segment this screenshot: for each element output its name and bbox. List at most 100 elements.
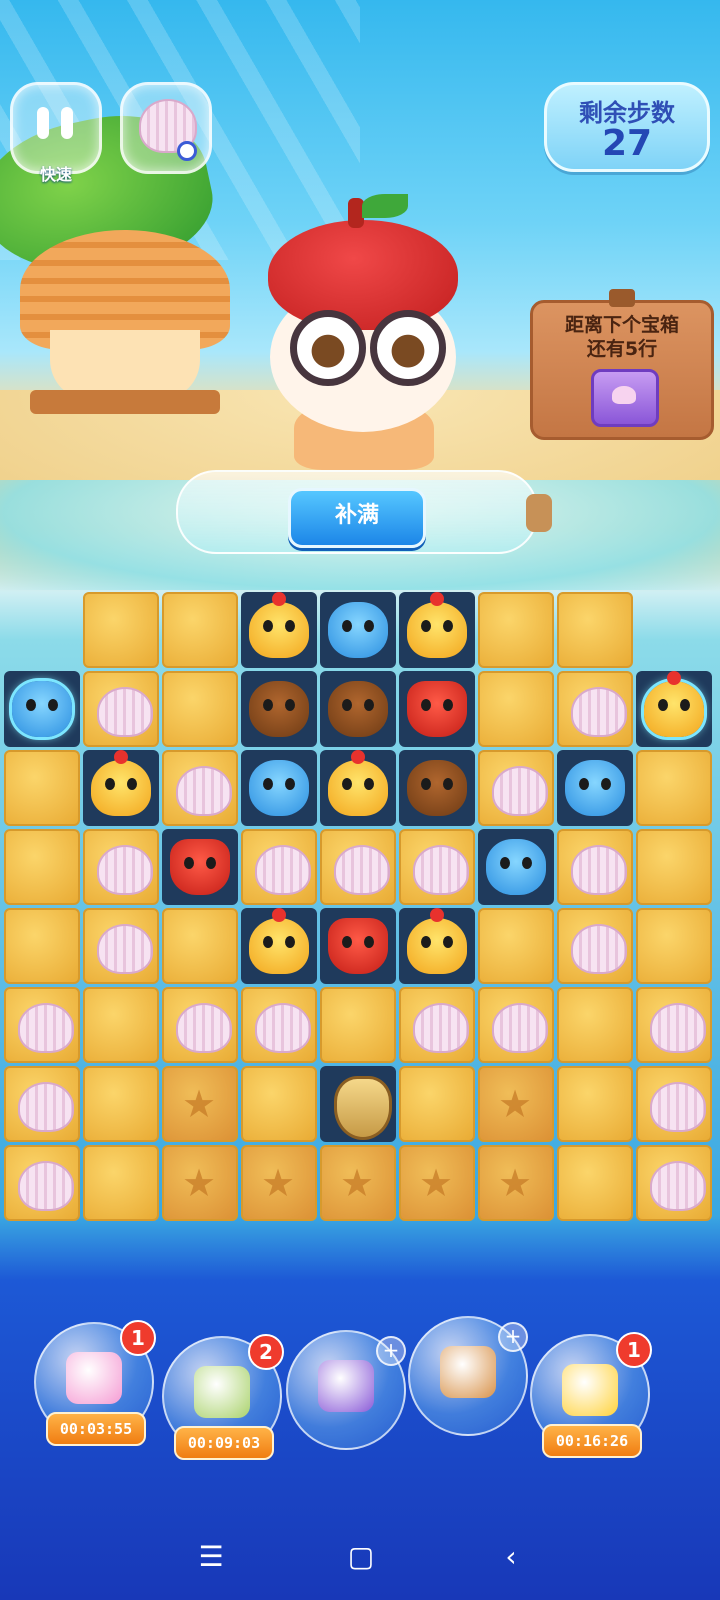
shell-sand-tile[interactable] <box>4 1066 80 1142</box>
chick-icon <box>407 592 467 658</box>
pause-button[interactable]: 快速 <box>10 82 102 184</box>
shell-sand-tile[interactable] <box>320 829 396 905</box>
shell-sand-tile[interactable] <box>399 987 475 1063</box>
fox-tile[interactable] <box>320 908 396 984</box>
shell-sand-tile[interactable] <box>83 829 159 905</box>
hippo-tile[interactable] <box>478 829 554 905</box>
sand-tile[interactable] <box>557 1145 633 1221</box>
sand-tile[interactable] <box>636 908 712 984</box>
chick-tile[interactable] <box>636 671 712 747</box>
sand-tile[interactable] <box>478 592 554 668</box>
starfish-icon: ★ <box>498 1161 533 1205</box>
chick-tile[interactable] <box>399 908 475 984</box>
shell-sand-tile[interactable] <box>83 908 159 984</box>
booster-magic-wand[interactable]: 1 00:16:26 <box>530 1332 652 1458</box>
hippo-tile[interactable] <box>4 671 80 747</box>
hippo-icon <box>249 760 309 816</box>
chick-tile[interactable] <box>320 750 396 826</box>
shell-sand-tile[interactable] <box>4 987 80 1063</box>
starfish-sand-tile[interactable]: ★ <box>399 1145 475 1221</box>
hippo-tile[interactable] <box>320 592 396 668</box>
shell-sand-tile[interactable] <box>241 987 317 1063</box>
shell-sand-tile[interactable] <box>241 829 317 905</box>
booster-swap-animals[interactable]: + <box>286 1330 406 1450</box>
chick-icon <box>249 592 309 658</box>
refill-button[interactable]: 补满 <box>288 488 426 548</box>
shell-sand-tile[interactable] <box>399 829 475 905</box>
cat-mascot <box>258 190 468 480</box>
starfish-sand-tile[interactable]: ★ <box>241 1145 317 1221</box>
starfish-sand-tile[interactable]: ★ <box>162 1066 238 1142</box>
shuffle-board-icon <box>194 1366 250 1418</box>
booster-shuffle-board[interactable]: 2 00:09:03 <box>162 1334 284 1460</box>
sand-tile[interactable] <box>4 829 80 905</box>
bear-tile[interactable] <box>399 750 475 826</box>
shell-sand-tile[interactable] <box>4 1145 80 1221</box>
sand-tile[interactable] <box>162 908 238 984</box>
sand-tile[interactable] <box>557 987 633 1063</box>
shell-icon <box>97 845 153 895</box>
shell-sand-tile[interactable] <box>636 1066 712 1142</box>
shell-sand-tile[interactable] <box>162 987 238 1063</box>
sand-tile[interactable] <box>4 750 80 826</box>
moves-counter: 剩余步数 27 <box>544 82 710 172</box>
leaf-shield-icon <box>334 1076 392 1140</box>
starfish-sand-tile[interactable]: ★ <box>478 1145 554 1221</box>
chick-tile[interactable] <box>83 750 159 826</box>
sand-tile[interactable] <box>478 671 554 747</box>
booster-hammer[interactable]: + <box>408 1316 528 1436</box>
moves-value: 27 <box>601 123 653 164</box>
hammer-icon <box>440 1346 496 1398</box>
sand-tile[interactable] <box>636 829 712 905</box>
shell-sand-tile[interactable] <box>636 987 712 1063</box>
fox-icon <box>328 918 388 974</box>
sand-tile[interactable] <box>636 750 712 826</box>
shell-sand-tile[interactable] <box>557 829 633 905</box>
sand-tile[interactable] <box>478 908 554 984</box>
starfish-sand-tile[interactable]: ★ <box>478 1066 554 1142</box>
hippo-tile[interactable] <box>241 750 317 826</box>
fox-tile[interactable] <box>162 829 238 905</box>
sand-tile[interactable] <box>83 987 159 1063</box>
shell-sand-tile[interactable] <box>478 987 554 1063</box>
chick-tile[interactable] <box>241 908 317 984</box>
fox-tile[interactable] <box>399 671 475 747</box>
home-icon[interactable]: ▢ <box>346 1542 376 1572</box>
chest-sign-line1: 距离下个宝箱 <box>564 314 679 336</box>
shell-sand-tile[interactable] <box>636 1145 712 1221</box>
shell-sand-tile[interactable] <box>478 750 554 826</box>
sand-tile[interactable] <box>162 671 238 747</box>
shell-icon <box>571 924 627 974</box>
bear-tile[interactable] <box>320 671 396 747</box>
goal-complete-dot <box>177 141 197 161</box>
sand-tile[interactable] <box>557 592 633 668</box>
sand-tile[interactable] <box>399 1066 475 1142</box>
shell-icon <box>571 687 627 737</box>
booster-broom[interactable]: 1 00:03:55 <box>34 1320 156 1446</box>
back-icon[interactable]: ‹ <box>496 1542 526 1572</box>
shell-icon <box>571 845 627 895</box>
bear-icon <box>249 681 309 737</box>
sand-tile[interactable] <box>83 1066 159 1142</box>
shell-sand-tile[interactable] <box>557 671 633 747</box>
chick-tile[interactable] <box>399 592 475 668</box>
shell-sand-tile[interactable] <box>557 908 633 984</box>
starfish-sand-tile[interactable]: ★ <box>162 1145 238 1221</box>
sand-tile[interactable] <box>162 592 238 668</box>
add-booster-icon: + <box>498 1322 528 1352</box>
sand-tile[interactable] <box>557 1066 633 1142</box>
starfish-sand-tile[interactable]: ★ <box>320 1145 396 1221</box>
sand-tile[interactable] <box>83 592 159 668</box>
menu-icon[interactable]: ☰ <box>196 1542 226 1572</box>
chick-icon <box>407 908 467 974</box>
shell-sand-tile[interactable] <box>162 750 238 826</box>
shell-sand-tile[interactable] <box>83 671 159 747</box>
chick-tile[interactable] <box>241 592 317 668</box>
sand-tile[interactable] <box>320 987 396 1063</box>
system-navbar: ☰ ▢ ‹ <box>0 1520 720 1600</box>
sand-tile[interactable] <box>83 1145 159 1221</box>
sand-tile[interactable] <box>241 1066 317 1142</box>
sand-tile[interactable] <box>4 908 80 984</box>
bear-tile[interactable] <box>241 671 317 747</box>
hippo-tile[interactable] <box>557 750 633 826</box>
